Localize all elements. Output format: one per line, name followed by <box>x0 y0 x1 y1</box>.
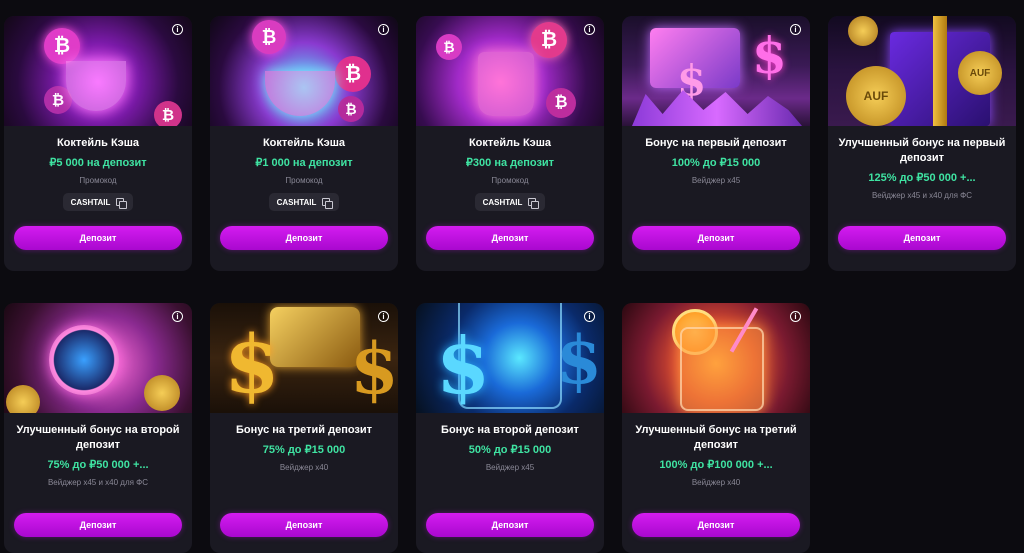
deposit-button[interactable]: Депозит <box>426 513 594 537</box>
bonus-card[interactable]: ₿ ₿ ₿ i Коктейль Кэша ₽1 000 на депозит … <box>210 16 398 271</box>
deposit-button[interactable]: Депозит <box>220 513 388 537</box>
info-icon[interactable]: i <box>172 311 183 322</box>
card-subtitle: Промокод <box>491 176 529 185</box>
card-title: Коктейль Кэша <box>262 137 346 149</box>
gold-coin-icon <box>848 16 878 46</box>
bitcoin-coin-icon: ₿ <box>335 56 371 92</box>
bonus-card[interactable]: $ $ i Бонус на третий депозит 75% до ₽15… <box>210 303 398 553</box>
card-image-treasure: $ $ i <box>622 16 810 126</box>
card-amount: ₽1 000 на депозит <box>255 157 353 169</box>
dollar-sign-icon: $ <box>224 317 280 411</box>
copy-icon[interactable] <box>322 197 334 209</box>
card-subtitle: Вейджер x45 <box>691 176 741 185</box>
card-image-cocktail: ₿ ₿ ₿ i <box>4 16 192 126</box>
card-title: Бонус на первый депозит <box>645 137 787 149</box>
bitcoin-coin-icon: ₿ <box>436 34 462 60</box>
card-image-blue-fire: $ $ i <box>416 303 604 413</box>
card-title: Улучшенный бонус на третий депозит <box>635 424 797 451</box>
info-icon[interactable]: i <box>378 24 389 35</box>
deposit-button[interactable]: Депозит <box>426 226 594 250</box>
dollar-sign-icon: $ <box>752 26 787 85</box>
card-title: Бонус на третий депозит <box>235 424 373 436</box>
promo-code-chip[interactable]: CASHTAIL <box>62 193 134 211</box>
gold-coin-icon <box>6 385 40 413</box>
auf-coin-icon: AUF <box>846 66 906 126</box>
copy-icon[interactable] <box>528 197 540 209</box>
card-amount: 75% до ₽15 000 <box>262 444 346 456</box>
bitcoin-coin-icon: ₿ <box>546 88 576 118</box>
auf-coin-icon: AUF <box>958 51 1002 95</box>
dollar-sign-icon: $ <box>436 321 491 412</box>
bonus-card[interactable]: ₿ ₿ ₿ i Коктейль Кэша ₽5 000 на депозит … <box>4 16 192 271</box>
card-amount: 100% до ₽100 000 +... <box>659 459 773 471</box>
cocktail-glass <box>265 71 335 116</box>
cocktail-glass <box>680 327 764 411</box>
info-icon[interactable]: i <box>378 311 389 322</box>
deposit-button[interactable]: Депозит <box>14 513 182 537</box>
crystal-shape <box>632 90 802 126</box>
bonus-card[interactable]: i Улучшенный бонус на второй депозит 75%… <box>4 303 192 553</box>
card-title: Коктейль Кэша <box>56 137 140 149</box>
card-title: Бонус на второй депозит <box>441 424 579 436</box>
promo-code: CASHTAIL <box>482 197 523 207</box>
watch-face <box>49 325 119 395</box>
deposit-button[interactable]: Депозит <box>838 226 1006 250</box>
bonus-card[interactable]: $ $ i Бонус на второй депозит 50% до ₽15… <box>416 303 604 553</box>
deposit-button[interactable]: Депозит <box>14 226 182 250</box>
dollar-sign-icon: $ <box>350 327 398 410</box>
bitcoin-coin-icon: ₿ <box>44 28 80 64</box>
card-amount: ₽300 на депозит <box>465 157 555 169</box>
card-amount: 100% до ₽15 000 <box>671 157 761 169</box>
bitcoin-coin-icon: ₿ <box>531 22 567 58</box>
deposit-button[interactable]: Депозит <box>220 226 388 250</box>
card-image-gold-dollar: $ $ i <box>210 303 398 413</box>
info-icon[interactable]: i <box>584 311 595 322</box>
bonus-card[interactable]: ₿ ₿ ₿ i Коктейль Кэша ₽300 на депозит Пр… <box>416 16 604 271</box>
copy-icon[interactable] <box>116 197 128 209</box>
promo-code-chip[interactable]: CASHTAIL <box>474 193 546 211</box>
card-image-watch: i <box>4 303 192 413</box>
gold-box <box>270 307 360 367</box>
card-title: Коктейль Кэша <box>468 137 552 149</box>
card-image-cocktail: ₿ ₿ ₿ i <box>416 16 604 126</box>
gold-coin-icon <box>144 375 180 411</box>
card-image-cocktail: ₿ ₿ ₿ i <box>210 16 398 126</box>
promo-code: CASHTAIL <box>276 197 317 207</box>
card-subtitle: Промокод <box>285 176 323 185</box>
card-subtitle: Вейджер x45 <box>485 463 535 472</box>
cocktail-glass <box>478 52 534 116</box>
card-subtitle: Промокод <box>79 176 117 185</box>
gift-ribbon <box>933 16 947 126</box>
card-subtitle: Вейджер x40 <box>691 478 741 487</box>
card-title: Улучшенный бонус на второй депозит <box>16 424 180 451</box>
card-subtitle: Вейджер x40 <box>279 463 329 472</box>
card-amount: 75% до ₽50 000 +... <box>47 459 149 471</box>
card-amount: 125% до ₽50 000 +... <box>868 172 976 184</box>
card-amount: 50% до ₽15 000 <box>468 444 552 456</box>
bitcoin-coin-icon: ₿ <box>154 101 182 126</box>
bitcoin-coin-icon: ₿ <box>252 20 286 54</box>
deposit-button[interactable]: Депозит <box>632 226 800 250</box>
bonus-card[interactable]: i Улучшенный бонус на третий депозит 100… <box>622 303 810 553</box>
info-icon[interactable]: i <box>790 24 801 35</box>
cocktail-glass <box>66 61 126 111</box>
promo-code-chip[interactable]: CASHTAIL <box>268 193 340 211</box>
card-title: Улучшенный бонус на первый депозит <box>838 137 1006 164</box>
info-icon[interactable]: i <box>790 311 801 322</box>
bitcoin-coin-icon: ₿ <box>338 96 364 122</box>
bonus-card[interactable]: $ $ i Бонус на первый депозит 100% до ₽1… <box>622 16 810 271</box>
info-icon[interactable]: i <box>172 24 183 35</box>
deposit-button[interactable]: Депозит <box>632 513 800 537</box>
promo-code: CASHTAIL <box>70 197 111 207</box>
info-icon[interactable]: i <box>584 24 595 35</box>
card-amount: ₽5 000 на депозит <box>49 157 147 169</box>
card-subtitle: Вейджер x45 и x40 для ФС <box>871 191 973 200</box>
dollar-sign-icon: $ <box>556 321 602 399</box>
card-image-gift: AUF AUF <box>828 16 1016 126</box>
card-image-orange-cocktail: i <box>622 303 810 413</box>
bonus-card[interactable]: AUF AUF Улучшенный бонус на первый депоз… <box>828 16 1016 271</box>
card-subtitle: Вейджер x45 и x40 для ФС <box>47 478 149 487</box>
